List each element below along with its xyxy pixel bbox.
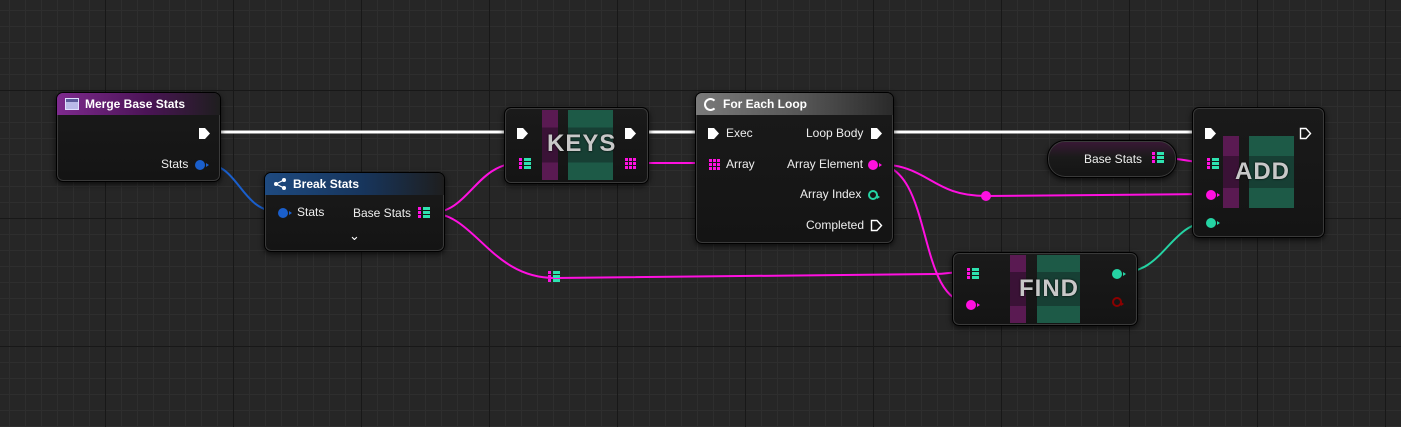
exec-pin-icon bbox=[625, 128, 636, 139]
exec-pin-icon bbox=[871, 128, 882, 139]
map-out-pin[interactable] bbox=[418, 207, 430, 219]
exec-out-pin[interactable] bbox=[198, 127, 211, 140]
expand-chevron-icon[interactable]: ⌄ bbox=[349, 228, 360, 244]
exec-pin-icon bbox=[708, 128, 719, 139]
function-icon bbox=[65, 98, 79, 110]
reroute-map-knot[interactable] bbox=[548, 271, 560, 283]
exec-out-pin[interactable] bbox=[624, 127, 637, 140]
struct-out-pin[interactable] bbox=[195, 160, 209, 170]
find-node[interactable]: FIND bbox=[952, 252, 1138, 326]
node-title: Break Stats bbox=[293, 177, 360, 191]
node-header: For Each Loop bbox=[696, 93, 893, 115]
base-stats-variable-node[interactable]: Base Stats bbox=[1047, 140, 1177, 178]
exec-in-pin[interactable] bbox=[516, 127, 529, 140]
pin-label-stats: Stats bbox=[297, 205, 325, 219]
exec-out-completed-pin[interactable] bbox=[870, 219, 883, 232]
pin-label-completed: Completed bbox=[806, 218, 865, 232]
array-element-out-pin[interactable] bbox=[868, 160, 882, 170]
exec-out-pin[interactable] bbox=[1299, 127, 1312, 140]
value-out-pin[interactable] bbox=[1112, 269, 1126, 279]
pin-label-stats: Stats bbox=[161, 157, 189, 171]
node-title: Merge Base Stats bbox=[85, 97, 186, 111]
map-wire-knot-to-find bbox=[554, 271, 966, 279]
map-out-pin[interactable] bbox=[1152, 152, 1164, 164]
exec-in-pin[interactable] bbox=[707, 127, 720, 140]
reroute-knot[interactable] bbox=[981, 191, 991, 201]
pin-label-array-index: Array Index bbox=[800, 187, 862, 201]
node-title: ADD bbox=[1235, 158, 1290, 185]
loop-icon bbox=[704, 97, 717, 111]
exec-pin-icon bbox=[199, 128, 210, 139]
key-in-pin[interactable] bbox=[966, 300, 980, 310]
pin-label-array: Array bbox=[726, 157, 755, 171]
exec-in-pin[interactable] bbox=[1204, 127, 1217, 140]
map-in-pin[interactable] bbox=[519, 158, 531, 170]
merge-base-stats-node[interactable]: Merge Base Stats Stats bbox=[56, 92, 221, 182]
break-struct-icon bbox=[274, 178, 286, 190]
array-out-pin[interactable] bbox=[625, 158, 637, 170]
add-node[interactable]: ADD bbox=[1192, 107, 1325, 238]
break-stats-node[interactable]: Break Stats Stats Base Stats ⌄ bbox=[264, 172, 445, 252]
for-each-loop-node[interactable]: For Each Loop Exec Array Loop Body Array… bbox=[695, 92, 894, 244]
node-title: FIND bbox=[1019, 275, 1079, 302]
exec-pin-icon bbox=[1299, 127, 1312, 140]
variable-label: Base Stats bbox=[1084, 152, 1143, 166]
exec-pin-icon bbox=[517, 128, 528, 139]
pin-label-loop-body: Loop Body bbox=[806, 126, 864, 140]
keys-node[interactable]: KEYS bbox=[504, 107, 649, 184]
struct-in-pin[interactable] bbox=[278, 208, 292, 218]
bool-out-pin[interactable] bbox=[1112, 297, 1124, 307]
node-header: Break Stats bbox=[265, 173, 444, 195]
node-title: For Each Loop bbox=[723, 97, 807, 111]
array-index-out-pin[interactable] bbox=[868, 190, 880, 200]
exec-out-loop-body-pin[interactable] bbox=[870, 127, 883, 140]
map-in-pin[interactable] bbox=[1207, 158, 1219, 170]
key-in-pin[interactable] bbox=[1206, 190, 1220, 200]
exec-pin-icon bbox=[1205, 128, 1216, 139]
map-in-pin[interactable] bbox=[967, 268, 979, 280]
pin-label-array-element: Array Element bbox=[787, 157, 864, 171]
node-title: KEYS bbox=[547, 130, 617, 157]
value-in-pin[interactable] bbox=[1206, 218, 1220, 228]
pin-label-exec: Exec bbox=[726, 126, 753, 140]
pin-label-base-stats: Base Stats bbox=[353, 206, 412, 220]
exec-pin-icon bbox=[870, 219, 883, 232]
node-header: Merge Base Stats bbox=[57, 93, 220, 115]
map-wire-base-stats-to-find bbox=[429, 212, 556, 279]
array-in-pin[interactable] bbox=[709, 159, 721, 171]
